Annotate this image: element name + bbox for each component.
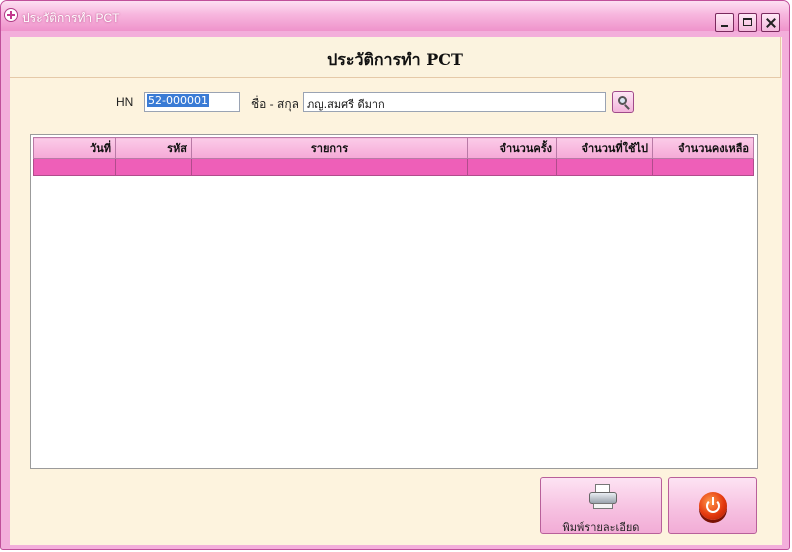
column-header-used[interactable]: จำนวนที่ใช้ไป bbox=[556, 137, 653, 159]
maximize-button[interactable] bbox=[738, 13, 757, 32]
table-cell[interactable] bbox=[556, 158, 653, 176]
column-header-date[interactable]: วันที่ bbox=[33, 137, 116, 159]
history-table-body: วันที่ รหัส รายการ จำนวนครั้ง จำนวนที่ใช… bbox=[33, 137, 755, 466]
column-header-item[interactable]: รายการ bbox=[191, 137, 468, 159]
hn-label: HN bbox=[116, 95, 134, 109]
client-area: ประวัติการทำ PCT HN 52-000001 ชื่อ - สกุ… bbox=[10, 37, 782, 545]
table-cell[interactable] bbox=[467, 158, 557, 176]
name-label: ชื่อ - สกุล bbox=[251, 97, 299, 111]
exit-button[interactable] bbox=[668, 477, 757, 534]
close-button[interactable] bbox=[761, 13, 780, 32]
table-cell[interactable] bbox=[33, 158, 116, 176]
print-details-button[interactable]: พิมพ์รายละเอียด bbox=[540, 477, 662, 534]
name-input[interactable]: ภญ.สมศรี ดีมาก bbox=[303, 92, 606, 112]
table-row[interactable] bbox=[33, 158, 754, 176]
column-header-times[interactable]: จำนวนครั้ง bbox=[467, 137, 557, 159]
page-header: ประวัติการทำ PCT bbox=[10, 37, 781, 78]
table-cell[interactable] bbox=[652, 158, 754, 176]
hn-input[interactable]: 52-000001 bbox=[144, 92, 240, 112]
search-icon-handle bbox=[624, 104, 630, 110]
title-bar[interactable]: ประวัติการทำ PCT bbox=[1, 1, 789, 32]
power-icon bbox=[699, 492, 727, 520]
table-header-row: วันที่ รหัส รายการ จำนวนครั้ง จำนวนที่ใช… bbox=[33, 137, 754, 159]
search-button[interactable] bbox=[612, 91, 634, 113]
history-table[interactable]: วันที่ รหัส รายการ จำนวนครั้ง จำนวนที่ใช… bbox=[30, 134, 758, 469]
minimize-button[interactable] bbox=[715, 13, 734, 32]
column-header-code[interactable]: รหัส bbox=[115, 137, 192, 159]
column-header-remaining[interactable]: จำนวนคงเหลือ bbox=[652, 137, 754, 159]
table-cell[interactable] bbox=[115, 158, 192, 176]
plus-circle-icon bbox=[4, 8, 18, 22]
print-details-label: พิมพ์รายละเอียด bbox=[562, 522, 640, 534]
app-window: ประวัติการทำ PCT ประวัติการทำ PCT HN 52-… bbox=[0, 0, 790, 550]
printer-icon bbox=[589, 484, 617, 510]
table-cell[interactable] bbox=[191, 158, 468, 176]
window-title: ประวัติการทำ PCT bbox=[22, 11, 120, 25]
page-title: ประวัติการทำ PCT bbox=[327, 50, 463, 69]
hn-input-value: 52-000001 bbox=[147, 94, 209, 107]
